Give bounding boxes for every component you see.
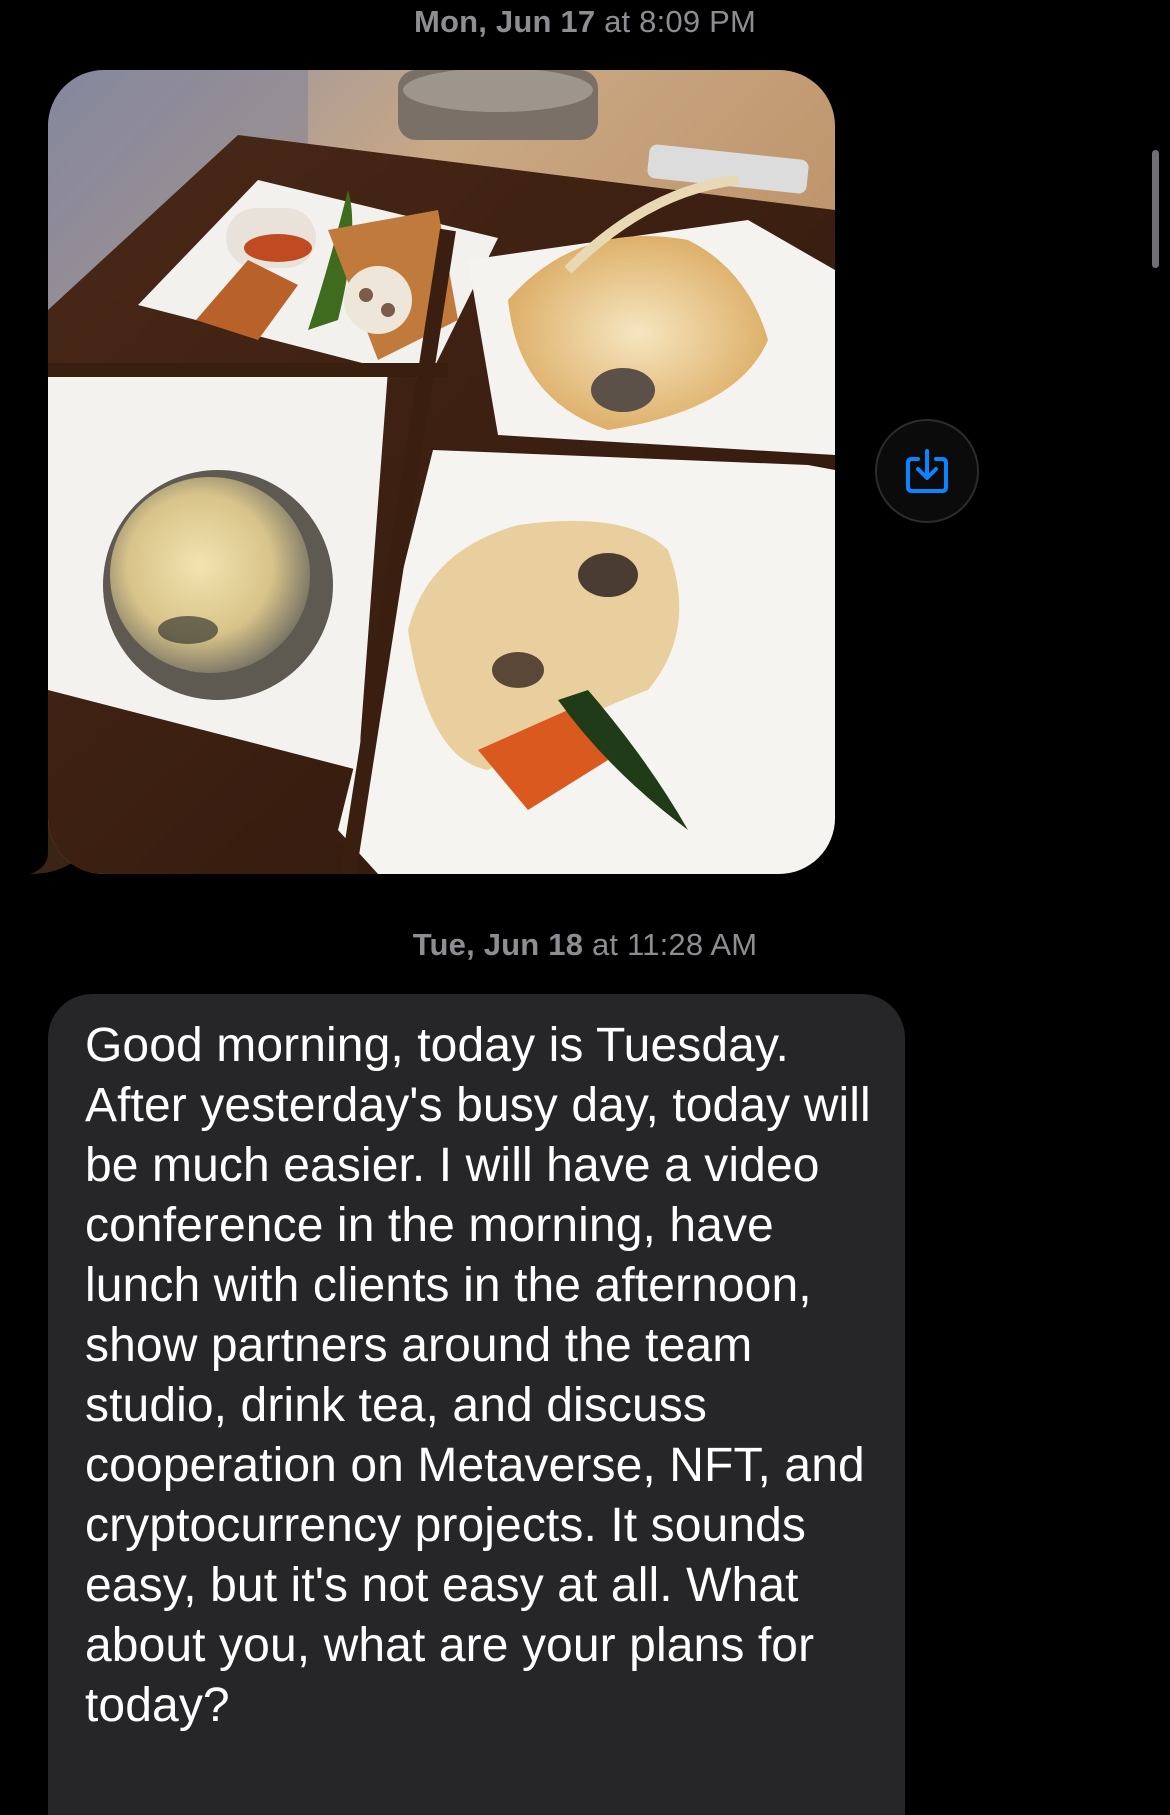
timestamp-day: Mon, Jun 17 xyxy=(413,4,596,39)
food-photo-message[interactable] xyxy=(48,70,835,874)
timestamp-time: at 8:09 PM xyxy=(595,4,757,39)
incoming-message-bubble[interactable]: Good morning, today is Tuesday. After ye… xyxy=(48,994,905,1815)
timestamp-header: Tue, Jun 18 at 11:28 AM xyxy=(0,927,1170,963)
timestamp-header: Mon, Jun 17 at 8:09 PM xyxy=(0,4,1170,40)
save-download-icon xyxy=(906,449,948,493)
timestamp-time: at 11:28 AM xyxy=(583,927,758,962)
food-photo xyxy=(48,70,835,874)
timestamp-day: Tue, Jun 18 xyxy=(412,927,584,962)
scroll-indicator[interactable] xyxy=(1152,150,1159,268)
message-text: Good morning, today is Tuesday. After ye… xyxy=(85,1019,871,1732)
message-thread: Mon, Jun 17 at 8:09 PM Tue, Jun 18 at 11… xyxy=(0,0,1170,1815)
save-photo-button[interactable] xyxy=(875,419,979,523)
